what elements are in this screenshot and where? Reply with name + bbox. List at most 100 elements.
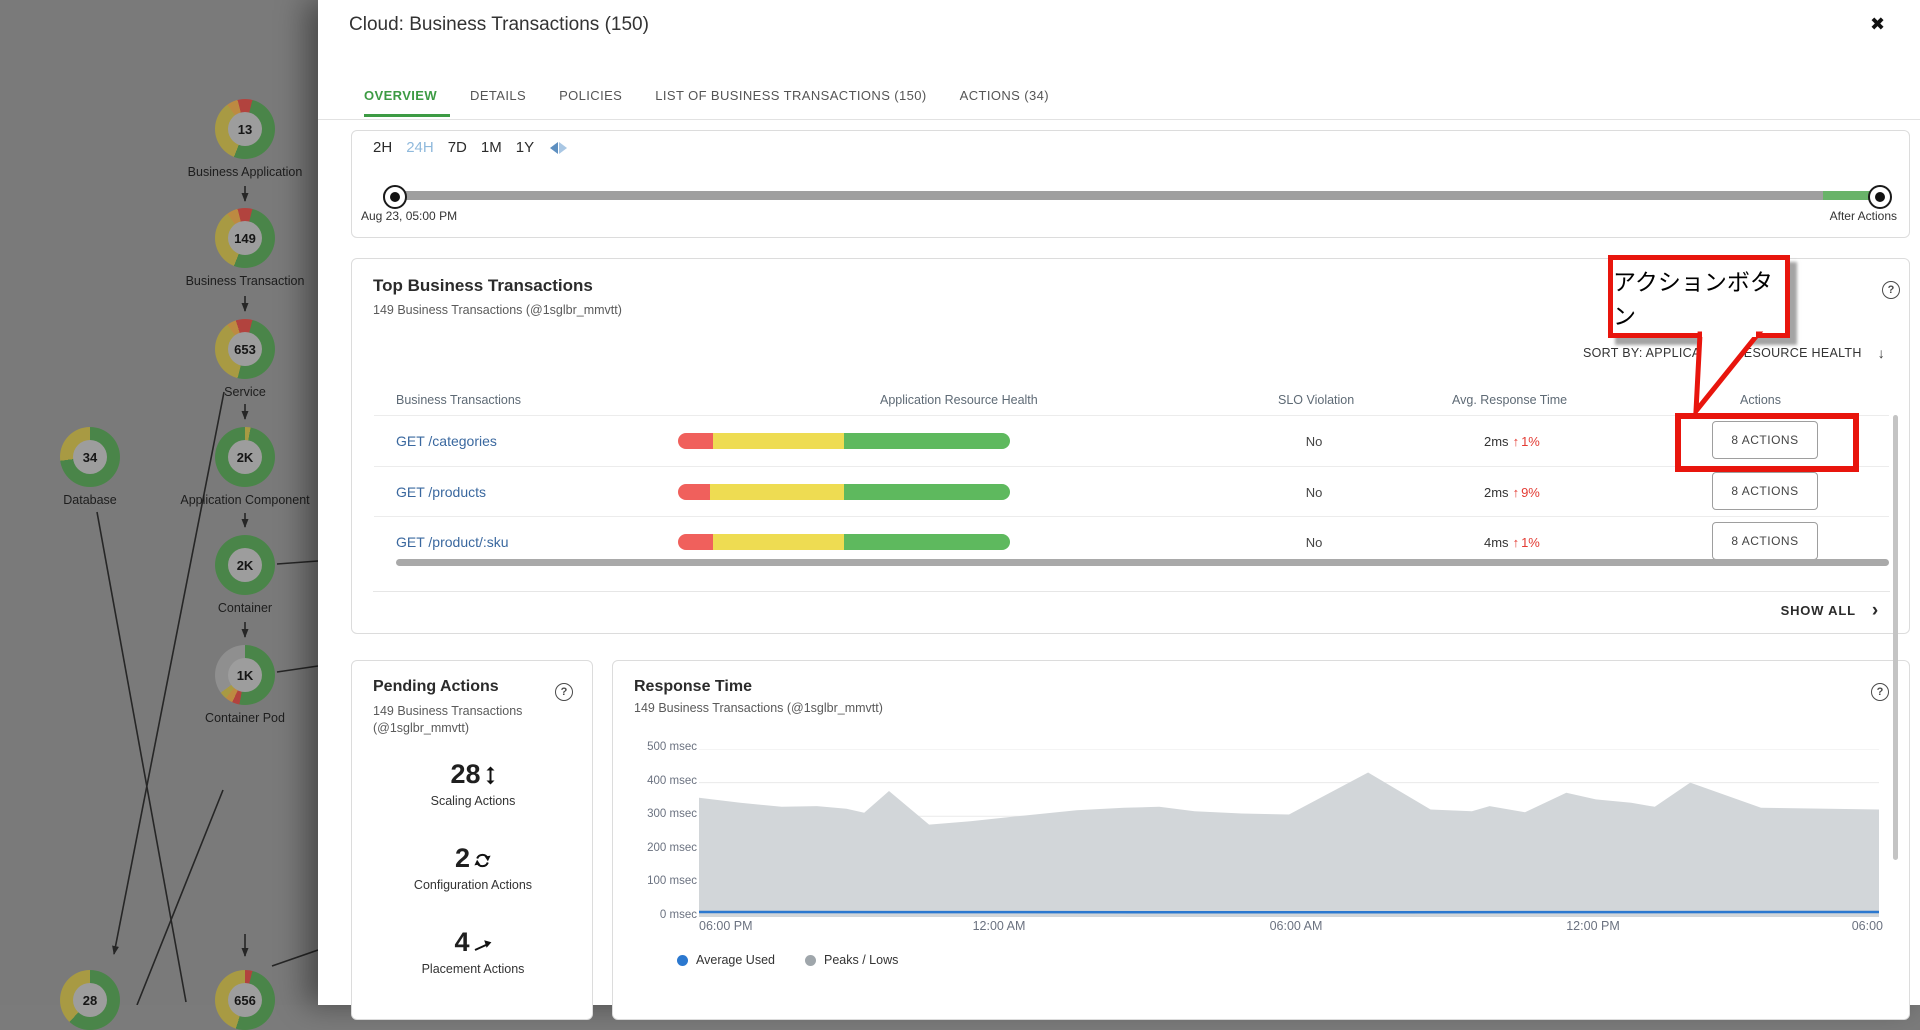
y-tick: 400 msec [619,775,697,787]
x-tick: 06:00 PM [699,919,753,933]
time-range-card: 2H 24H 7D 1M 1Y Aug 23, 05:00 PM After A… [351,130,1910,238]
range-7d[interactable]: 7D [448,139,467,156]
node-count: 653 [234,342,256,357]
transaction-link[interactable]: GET /categories [396,433,497,449]
transaction-link[interactable]: GET /product/:sku [396,534,509,550]
node-count: 2K [237,450,254,465]
sidebar-node-business-application[interactable]: 13 Business Application [215,99,275,159]
placement-actions-stat: 4 Placement Actions [352,927,594,976]
scaling-actions-stat: 28 Scaling Actions [352,759,594,808]
health-donut: 2K [215,535,275,595]
health-donut: 28 [60,970,120,1030]
sidebar-node-656[interactable]: 656 [215,970,275,1030]
help-icon[interactable]: ? [1871,683,1889,701]
x-tick: 12:00 AM [949,919,1049,933]
help-icon[interactable]: ? [555,683,573,701]
slo-violation-value: No [1294,485,1334,500]
show-all-link[interactable]: SHOW ALL › [1781,603,1879,618]
card-title: Top Business Transactions [373,276,593,296]
range-24h[interactable]: 24H [406,139,434,156]
health-bar [678,484,1010,500]
y-tick: 0 msec [619,909,697,921]
health-bar [678,433,1010,449]
sidebar-node-service[interactable]: 653 Service [215,319,275,379]
divider [373,591,1890,592]
close-icon[interactable]: ✖ [1870,14,1885,35]
trend-up-icon: ↑ [1513,434,1520,449]
actions-button[interactable]: 8 ACTIONS [1712,472,1818,510]
sort-direction-icon: ↓ [1878,345,1885,361]
tab-bar: OVERVIEW DETAILS POLICIES LIST OF BUSINE… [364,88,1049,103]
column-header-avg-response-time: Avg. Response Time [1452,393,1567,407]
range-2h[interactable]: 2H [373,139,392,156]
transaction-link[interactable]: GET /products [396,484,486,500]
node-label: Business Transaction [186,274,305,288]
sidebar-node-container-pod[interactable]: 1K Container Pod [215,645,275,705]
help-icon[interactable]: ? [1882,281,1900,299]
response-time-value: 2ms↑1% [1484,434,1540,449]
card-title: Pending Actions [373,678,499,696]
chart-legend: Average Used Peaks / Lows [677,953,928,967]
row-divider [374,466,1889,467]
slo-violation-value: No [1294,535,1334,550]
tab-details[interactable]: DETAILS [470,88,526,103]
active-tab-underline [364,114,450,117]
health-donut: 2K [215,427,275,487]
page-title: Cloud: Business Transactions (150) [349,14,649,36]
sidebar-node-28[interactable]: 28 [60,970,120,1030]
card-subtitle: 149 Business Transactions (@1sglbr_mmvtt… [634,701,883,715]
legend-dot-gray [805,955,816,966]
supply-chain-sidebar: 13 Business Application 149 Business Tra… [0,0,318,1005]
response-time-chart [699,749,1879,917]
node-count: 2K [237,558,254,573]
health-donut: 653 [215,319,275,379]
tab-list-of-business-transactions[interactable]: LIST OF BUSINESS TRANSACTIONS (150) [655,88,926,103]
sidebar-node-container[interactable]: 2K Container [215,535,275,595]
node-label: Service [224,385,266,399]
sidebar-node-application-component[interactable]: 2K Application Component [215,427,275,487]
row-divider [374,516,1889,517]
sidebar-node-database[interactable]: 34 Database [60,427,120,487]
pan-arrows-icon[interactable] [550,142,567,154]
column-header-slo-violation: SLO Violation [1278,393,1354,407]
vertical-scrollbar[interactable] [1893,415,1898,860]
health-donut: 656 [215,970,275,1030]
legend-dot-blue [677,955,688,966]
card-subtitle: 149 Business Transactions (@1sglbr_mmvtt… [373,703,522,737]
column-header-business-transactions: Business Transactions [396,393,521,407]
time-range-selector: 2H 24H 7D 1M 1Y [373,139,567,156]
row-divider [374,415,1889,416]
actions-button[interactable]: 8 ACTIONS [1712,522,1818,560]
timeline-slider-track[interactable] [383,191,1891,200]
range-1m[interactable]: 1M [481,139,502,156]
y-tick: 300 msec [619,808,697,820]
health-donut: 1K [215,645,275,705]
range-1y[interactable]: 1Y [516,139,534,156]
horizontal-scrollbar[interactable] [396,559,1889,566]
annotation-label: アクションボタン [1613,263,1785,331]
x-tick: 12:00 PM [1543,919,1643,933]
node-count: 34 [83,450,97,465]
card-subtitle: 149 Business Transactions (@1sglbr_mmvtt… [373,303,622,317]
slo-violation-value: No [1294,434,1334,449]
slider-start-label: Aug 23, 05:00 PM [361,209,457,223]
x-tick: 06:00 AM [1246,919,1346,933]
legend-average-used: Average Used [677,953,775,967]
slider-handle-start[interactable] [383,185,407,209]
node-count: 149 [234,231,256,246]
column-header-application-resource-health: Application Resource Health [880,393,1038,407]
node-label: Container [218,601,272,615]
tab-policies[interactable]: POLICIES [559,88,622,103]
sidebar-node-business-transaction[interactable]: 149 Business Transaction [215,208,275,268]
entity-details-modal: Cloud: Business Transactions (150) ✖ OVE… [318,0,1920,1005]
tab-overview[interactable]: OVERVIEW [364,88,437,103]
node-label: Application Component [180,493,309,507]
scaling-icon [485,761,496,792]
trend-up-icon: ↑ [1513,535,1520,550]
node-count: 13 [238,122,252,137]
trend-up-icon: ↑ [1513,485,1520,500]
tab-actions[interactable]: ACTIONS (34) [960,88,1049,103]
legend-peaks-lows: Peaks / Lows [805,953,898,967]
node-label: Database [63,493,117,507]
slider-handle-end[interactable] [1868,185,1892,209]
